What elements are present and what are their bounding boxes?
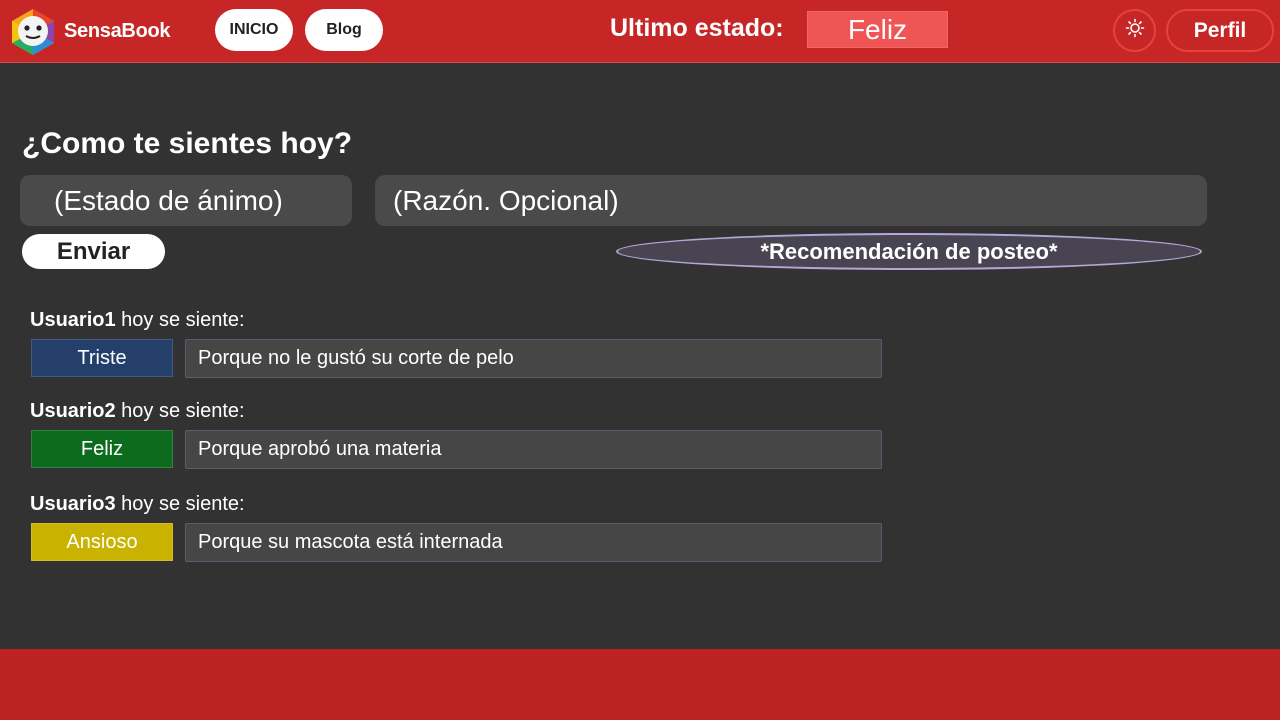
mood-question-heading: ¿Como te sientes hoy? [22, 127, 353, 160]
brand-name: SensaBook [64, 20, 171, 42]
post-recommendation-button[interactable]: *Recomendación de posteo* [616, 233, 1202, 270]
footer [0, 649, 1280, 720]
mood-input[interactable]: (Estado de ánimo) [20, 175, 352, 226]
post-suffix: hoy se siente: [121, 400, 245, 422]
post-username[interactable]: Usuario2 [30, 400, 116, 422]
last-state-label: Ultimo estado: [610, 14, 784, 42]
theme-toggle-button[interactable] [1113, 9, 1156, 52]
post-reason: Porque aprobó una materia [185, 430, 882, 469]
send-button[interactable]: Enviar [22, 234, 165, 269]
nav-inicio-button[interactable]: INICIO [215, 9, 293, 51]
feed-post: Usuario3 hoy se siente: Ansioso Porque s… [30, 493, 882, 562]
feed-post: Usuario2 hoy se siente: Feliz Porque apr… [30, 400, 882, 469]
mood-badge: Ansioso [31, 523, 173, 561]
last-state-value: Feliz [807, 11, 948, 48]
nav-blog-button[interactable]: Blog [305, 9, 383, 51]
reason-input[interactable]: (Razón. Opcional) [375, 175, 1207, 226]
post-username[interactable]: Usuario1 [30, 309, 116, 331]
top-navbar: SensaBook INICIO Blog Ultimo estado: Fel… [0, 0, 1280, 63]
mood-badge: Feliz [31, 430, 173, 468]
post-header: Usuario3 hoy se siente: [30, 493, 882, 517]
post-suffix: hoy se siente: [121, 493, 245, 515]
mood-badge: Triste [31, 339, 173, 377]
post-suffix: hoy se siente: [121, 309, 245, 331]
post-header: Usuario2 hoy se siente: [30, 400, 882, 424]
post-reason: Porque su mascota está internada [185, 523, 882, 562]
post-username[interactable]: Usuario3 [30, 493, 116, 515]
feed-post: Usuario1 hoy se siente: Triste Porque no… [30, 309, 882, 378]
post-header: Usuario1 hoy se siente: [30, 309, 882, 333]
post-reason: Porque no le gustó su corte de pelo [185, 339, 882, 378]
sun-icon [1125, 18, 1145, 43]
sensabook-logo-icon[interactable] [8, 7, 58, 57]
profile-button[interactable]: Perfil [1166, 9, 1274, 52]
